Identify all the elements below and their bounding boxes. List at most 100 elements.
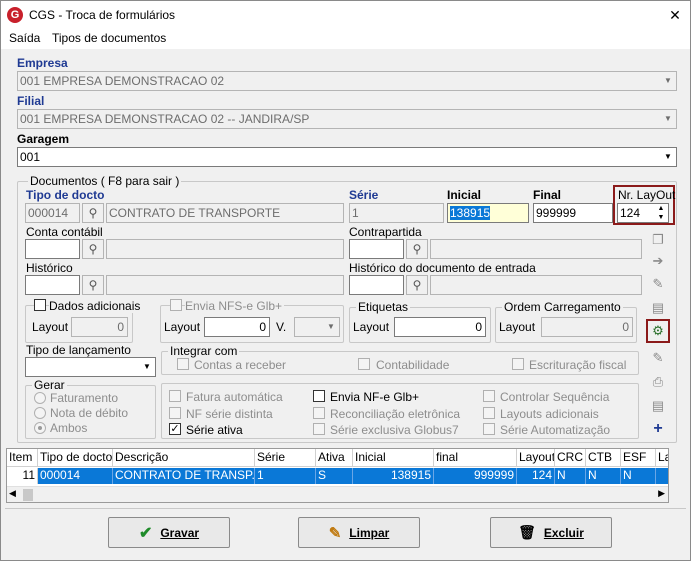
contas-receber-checkbox[interactable] xyxy=(177,358,189,370)
controlar-sequencia-checkbox[interactable] xyxy=(483,390,495,402)
menu-bar: Saída Tipos de documentos xyxy=(1,29,690,49)
layouts-adicionais-checkbox[interactable] xyxy=(483,407,495,419)
garagem-value: 001 xyxy=(20,150,41,164)
grid-cell-crc[interactable]: N xyxy=(555,468,586,484)
search-binoculars-icon[interactable]: ⚲ xyxy=(82,203,104,223)
ordem-layout-label: Layout xyxy=(499,320,536,334)
final-field[interactable]: 999999 xyxy=(533,203,613,223)
garagem-select[interactable]: 001 ▼ xyxy=(17,147,677,167)
serie-exclusiva-checkbox[interactable] xyxy=(313,423,325,435)
search-binoculars-icon[interactable]: ⚲ xyxy=(406,239,428,259)
envia-nfse-checkbox[interactable] xyxy=(170,299,182,311)
grid-cell-esf[interactable]: N xyxy=(621,468,656,484)
grid-header-serie[interactable]: Série xyxy=(255,449,316,467)
grid-header-ativa[interactable]: Ativa xyxy=(316,449,353,467)
grid-header-layout[interactable]: Layout xyxy=(517,449,555,467)
gravar-button[interactable]: ✔ Gravar xyxy=(108,517,230,548)
document-icon[interactable]: ▤ xyxy=(647,396,669,416)
search-binoculars-icon[interactable]: ⚲ xyxy=(82,275,104,295)
grid-cell-inicial[interactable]: 138915 xyxy=(353,468,434,484)
empresa-select[interactable]: 001 EMPRESA DEMONSTRACAO 02 ▼ xyxy=(17,71,677,91)
inicial-field[interactable]: 138915 xyxy=(447,203,529,223)
serie-automatizacao-checkbox[interactable] xyxy=(483,423,495,435)
ordem-layout-field[interactable]: 0 xyxy=(541,317,633,337)
etiquetas-layout-field[interactable]: 0 xyxy=(394,317,486,337)
faturamento-radio[interactable] xyxy=(34,392,46,404)
scroll-thumb[interactable] xyxy=(23,489,33,501)
grid-header-final[interactable]: final xyxy=(434,449,517,467)
grid-cell-ativa[interactable]: S xyxy=(316,468,353,484)
grid-header-ctb[interactable]: CTB xyxy=(586,449,621,467)
spinner-down-icon[interactable]: ▼ xyxy=(655,213,667,222)
reconciliacao-checkbox[interactable] xyxy=(313,407,325,419)
scroll-left-icon[interactable]: ◀ xyxy=(9,488,16,499)
grid-header-tipo-docto[interactable]: Tipo de docto xyxy=(38,449,113,467)
historico-field[interactable] xyxy=(25,275,80,295)
serie-automatizacao-label: Série Automatização xyxy=(500,423,611,437)
scroll-right-icon[interactable]: ▶ xyxy=(658,488,665,499)
grid-header-crc[interactable]: CRC xyxy=(555,449,586,467)
grid-header-la[interactable]: La xyxy=(656,449,668,467)
nr-layout-label: Nr. LayOut xyxy=(618,188,676,202)
escrituracao-fiscal-checkbox[interactable] xyxy=(512,358,524,370)
grid-header-item[interactable]: Item xyxy=(7,449,38,467)
dados-adicionais-checkbox[interactable] xyxy=(34,299,46,311)
main-window: G CGS - Troca de formulários ✕ Saída Tip… xyxy=(0,0,691,561)
grid-header-inicial[interactable]: Inicial xyxy=(353,449,434,467)
etiquetas-layout-label: Layout xyxy=(353,320,390,334)
limpar-button[interactable]: ✎ Limpar xyxy=(298,517,420,548)
grid-cell-descricao[interactable]: CONTRATO DE TRANSP... xyxy=(113,468,255,484)
print-icon[interactable]: ⎙ xyxy=(647,372,669,392)
conta-contabil-field[interactable] xyxy=(25,239,80,259)
nr-layout-spinner[interactable]: 124 ▲ ▼ xyxy=(617,203,669,223)
layout-config-icon[interactable]: ⚙ xyxy=(647,321,669,341)
chevron-down-icon: ▼ xyxy=(327,322,335,331)
serie-ativa-checkbox[interactable]: ✓ xyxy=(169,423,181,435)
envia-nfe-checkbox[interactable] xyxy=(313,390,325,402)
grid-cell-final[interactable]: 999999 xyxy=(434,468,517,484)
grid-cell-serie[interactable]: 1 xyxy=(255,468,316,484)
grid-cell-tipo-docto[interactable]: 000014 xyxy=(38,468,113,484)
contabilidade-checkbox[interactable] xyxy=(358,358,370,370)
grid-cell-la[interactable] xyxy=(656,468,668,484)
ambos-radio[interactable] xyxy=(34,422,46,434)
eraser-icon[interactable]: ✎ xyxy=(647,274,669,294)
tipo-lancamento-select[interactable]: ▼ xyxy=(25,357,156,377)
conta-contabil-desc-field xyxy=(106,239,344,259)
nf-serie-distinta-checkbox[interactable] xyxy=(169,407,181,419)
envia-nfse-version-select[interactable]: ▼ xyxy=(294,317,340,337)
search-binoculars-icon[interactable]: ⚲ xyxy=(406,275,428,295)
documents-grid[interactable]: Item Tipo de docto Descrição Série Ativa… xyxy=(6,448,669,503)
clipboard-icon[interactable]: ▤ xyxy=(647,298,669,318)
filial-select[interactable]: 001 EMPRESA DEMONSTRACAO 02 -- JANDIRA/S… xyxy=(17,109,677,129)
dados-adicionais-layout-field[interactable]: 0 xyxy=(71,317,128,337)
arrow-right-icon[interactable]: ➔ xyxy=(647,251,669,271)
historico-entrada-field[interactable] xyxy=(349,275,404,295)
trash-icon: 🗑 xyxy=(518,524,536,540)
grid-cell-item[interactable]: 11 xyxy=(7,468,38,484)
empresa-label: Empresa xyxy=(17,56,68,70)
horizontal-scrollbar[interactable]: ◀ ▶ xyxy=(7,486,668,502)
contrapartida-field[interactable] xyxy=(349,239,404,259)
tipo-docto-code-field[interactable]: 000014 xyxy=(25,203,80,223)
spinner-up-icon[interactable]: ▲ xyxy=(655,204,667,213)
nota-debito-radio[interactable] xyxy=(34,407,46,419)
grid-header-descricao[interactable]: Descrição xyxy=(113,449,255,467)
copy-icon[interactable]: ❐ xyxy=(647,230,669,250)
envia-nfse-layout-field[interactable]: 0 xyxy=(204,317,270,337)
menu-item-saida[interactable]: Saída xyxy=(9,31,40,45)
edit-icon[interactable]: ✎ xyxy=(647,348,669,368)
grid-header-esf[interactable]: ESF xyxy=(621,449,656,467)
add-icon[interactable]: + xyxy=(647,419,669,439)
filial-value: 001 EMPRESA DEMONSTRACAO 02 -- JANDIRA/S… xyxy=(20,112,310,126)
excluir-button[interactable]: 🗑 Excluir xyxy=(490,517,612,548)
inicial-value-selected: 138915 xyxy=(450,206,491,220)
grid-cell-layout[interactable]: 124 xyxy=(517,468,555,484)
envia-nfe-label: Envia NF-e Glb+ xyxy=(330,390,420,404)
serie-field[interactable]: 1 xyxy=(349,203,444,223)
fatura-automatica-checkbox[interactable] xyxy=(169,390,181,402)
close-icon[interactable]: ✕ xyxy=(665,5,685,25)
search-binoculars-icon[interactable]: ⚲ xyxy=(82,239,104,259)
menu-item-tipos-documentos[interactable]: Tipos de documentos xyxy=(52,31,166,45)
grid-cell-ctb[interactable]: N xyxy=(586,468,621,484)
